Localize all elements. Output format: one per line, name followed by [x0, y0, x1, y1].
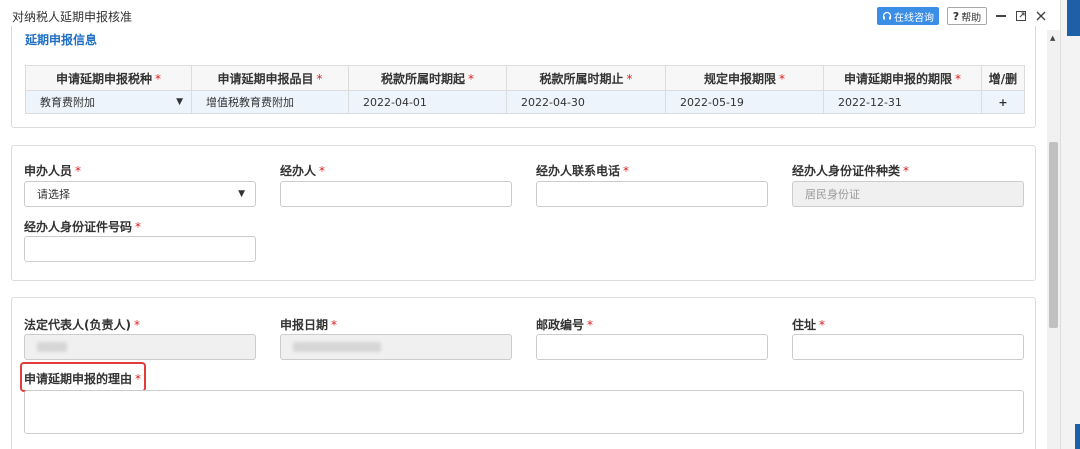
agent-phone-label: 经办人联系电话 *	[536, 164, 630, 178]
handler-person-select[interactable]: 请选择 ▼	[24, 181, 256, 207]
reason-textarea[interactable]	[24, 390, 1024, 434]
period-end-cell[interactable]: 2022-04-30	[506, 90, 666, 114]
scroll-up-icon[interactable]: ▲	[1050, 34, 1055, 42]
reason-label-highlight	[20, 362, 146, 392]
background-window-edge	[1060, 0, 1080, 449]
table-header-row: 申请延期申报税种 * 申请延期申报品目 * 税款所属时期起 * 税款所属时期止 * 规定…	[25, 65, 1025, 91]
help-label: 帮助	[961, 12, 982, 24]
window-title: 对纳税人延期申报核准	[12, 10, 133, 24]
column-header-tax-type: 申请延期申报税种 *	[25, 65, 192, 91]
report-date-field	[280, 334, 512, 360]
headset-icon	[882, 11, 892, 20]
column-header-item: 申请延期申报品目 *	[191, 65, 349, 91]
period-start-cell[interactable]: 2022-04-01	[348, 90, 507, 114]
postal-code-input[interactable]	[536, 334, 768, 360]
agent-id-number-label: 经办人身份证件号码 *	[24, 220, 142, 234]
legal-rep-field	[24, 334, 256, 360]
chevron-down-icon: ▼	[176, 97, 183, 107]
maximize-icon[interactable]	[1013, 6, 1029, 26]
column-header-delay-deadline: 申请延期申报的期限 *	[823, 65, 982, 91]
online-consult-label: 在线咨询	[894, 12, 934, 24]
scrollbar-thumb[interactable]	[1049, 142, 1058, 328]
section-title-delay-info: 延期申报信息	[25, 33, 98, 47]
vertical-scrollbar[interactable]: ▲	[1047, 30, 1060, 449]
delay-deadline-cell[interactable]: 2022-12-31	[823, 90, 982, 114]
close-icon[interactable]	[1033, 6, 1049, 26]
chevron-down-icon: ▼	[238, 189, 245, 199]
delay-info-panel: 延期申报信息 申请延期申报税种 * 申请延期申报品目 * 税款所属时期起 * 税款所属…	[11, 26, 1036, 128]
agent-phone-input[interactable]	[536, 181, 768, 207]
item-cell: 增值税教育费附加	[191, 90, 349, 114]
add-row-button[interactable]: +	[981, 90, 1025, 114]
background-blue-strip	[1067, 0, 1080, 36]
tax-type-select[interactable]: 教育费附加 ▼	[25, 90, 192, 114]
postal-code-label: 邮政编号 *	[536, 318, 594, 332]
column-header-deadline: 规定申报期限 *	[665, 65, 824, 91]
column-header-period-start: 税款所属时期起 *	[348, 65, 507, 91]
help-button[interactable]: ? 帮助	[947, 7, 987, 25]
agent-id-type-label: 经办人身份证件种类 *	[792, 164, 910, 178]
report-date-label: 申报日期 *	[280, 318, 338, 332]
question-icon: ?	[952, 9, 960, 23]
address-label: 住址 *	[792, 318, 826, 332]
agent-id-number-input[interactable]	[24, 236, 256, 262]
handler-person-label: 申办人员 *	[24, 164, 82, 178]
agent-id-type-field: 居民身份证	[792, 181, 1024, 207]
deadline-cell: 2022-05-19	[665, 90, 824, 114]
column-header-period-end: 税款所属时期止 *	[506, 65, 666, 91]
agent-label: 经办人 *	[280, 164, 326, 178]
blurred-value	[37, 342, 67, 352]
column-header-add-delete: 增/删	[981, 65, 1025, 91]
agent-input[interactable]	[280, 181, 512, 207]
address-input[interactable]	[792, 334, 1024, 360]
online-consult-button[interactable]: 在线咨询	[877, 7, 939, 25]
blurred-value	[293, 342, 381, 352]
delay-info-table: 申请延期申报税种 * 申请延期申报品目 * 税款所属时期起 * 税款所属时期止 * 规定…	[25, 65, 1025, 114]
minimize-icon[interactable]	[993, 6, 1009, 26]
background-blue-strip	[1075, 424, 1080, 449]
legal-rep-label: 法定代表人(负责人) *	[24, 318, 140, 332]
table-row: 教育费附加 ▼ 增值税教育费附加 2022-04-01 2022-04-30 20…	[25, 90, 1025, 114]
